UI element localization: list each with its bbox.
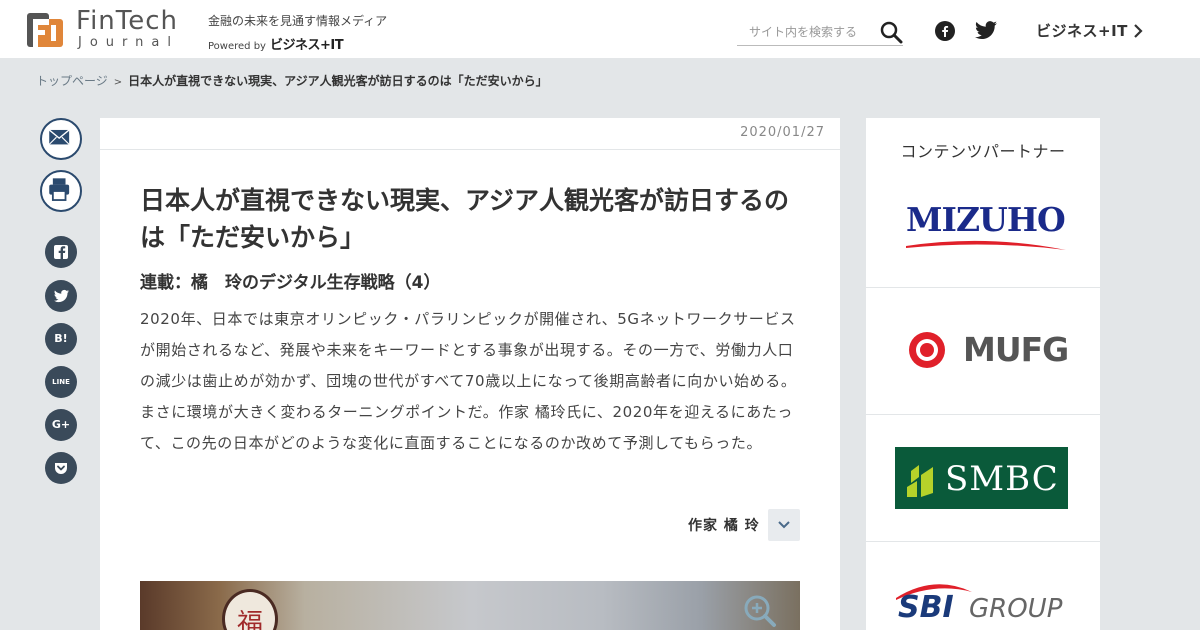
partner-mufg[interactable]: MUFG [866,287,1100,414]
search-box [737,18,903,46]
shop-sign: 福 [222,589,278,630]
chevron-down-icon [778,521,790,529]
partner-mizuho[interactable]: MIZUHO [866,118,1100,287]
zoom-in-icon[interactable] [740,591,780,630]
share-twitter-button[interactable] [45,280,77,312]
powered-by: Powered by ビジネス+IT [208,34,344,53]
breadcrumb-current: 日本人が直視できない現実、アジア人観光客が訪日するのは「ただ安いから」 [128,74,548,88]
article-title: 日本人が直視できない現実、アジア人観光客が訪日するのは「ただ安いから」 [140,186,790,252]
share-pocket-button[interactable] [45,452,77,484]
article-card: 2020/01/27 日本人が直視できない現実、アジア人観光客が訪日するのは「た… [100,118,840,630]
share-facebook-button[interactable] [45,236,77,268]
share-google-plus-button[interactable]: G+ [45,409,77,441]
print-icon [49,178,70,201]
share-hatena-button[interactable]: B! [45,323,77,355]
pocket-icon [55,463,67,474]
smbc-logo: SMBC [895,447,1068,509]
partner-smbc[interactable]: SMBC [866,414,1100,541]
logo-subname: Journal [78,35,179,50]
article-lead: 2020年、日本では東京オリンピック・パラリンピックが開催され、5Gネットワーク… [140,310,797,452]
breadcrumb-home[interactable]: トップページ [36,74,108,88]
partner-sbi[interactable]: SBI GROUP [866,541,1100,630]
search-input[interactable] [737,22,867,42]
hatena-bookmark-icon: B! [54,332,68,345]
logo-name: FinTech [76,6,178,36]
twitter-icon [54,289,69,303]
logo-wordmark[interactable]: FinTech Journal [76,7,179,50]
sbi-logo: SBI [898,590,954,625]
date-bar: 2020/01/27 [100,118,840,150]
site-header: FinTech Journal 金融の未来を見通す情報メディア Powered … [0,0,1200,58]
hero-image[interactable]: 福 [140,581,800,630]
author-expand-button[interactable] [768,509,800,541]
search-icon[interactable] [879,20,903,44]
fintech-journal-logo-icon[interactable] [27,13,63,47]
line-icon: LINE [52,378,70,386]
powered-label: Powered by [208,41,266,52]
mufg-mark-icon [909,332,945,368]
mail-icon [48,129,70,145]
author-name[interactable]: 作家 橘 玲 [688,515,760,535]
twitter-icon[interactable] [974,21,998,41]
smbc-leaf-icon [907,465,933,497]
content-partners: コンテンツパートナー MIZUHO MUFG SMBC SBI GROUP [866,118,1100,630]
google-plus-icon: G+ [51,418,71,431]
mizuho-swoosh-icon [906,240,1066,250]
share-mail-button[interactable] [40,118,82,160]
publish-date: 2020/01/27 [740,125,825,140]
chevron-right-icon[interactable] [1132,22,1144,40]
breadcrumb-separator: > [113,77,123,88]
sbi-group-label: GROUP [969,594,1063,624]
powered-brand[interactable]: ビジネス+IT [270,38,344,53]
share-line-button[interactable]: LINE [45,366,77,398]
mizuho-logo: MIZUHO [906,200,1066,239]
smbc-text: SMBC [945,459,1059,499]
share-print-button[interactable] [40,170,82,212]
site-tagline: 金融の未来を見通す情報メディア [208,14,388,28]
facebook-icon[interactable] [935,21,955,41]
breadcrumb: トップページ > 日本人が直視できない現実、アジア人観光客が訪日するのは「ただ安いか… [36,72,548,89]
business-it-link[interactable]: ビジネス+IT [1036,20,1128,41]
facebook-icon [54,245,68,259]
mufg-logo: MUFG [963,330,1069,369]
article-series[interactable]: 連載：橘 玲のデジタル生存戦略（4） [140,268,441,293]
